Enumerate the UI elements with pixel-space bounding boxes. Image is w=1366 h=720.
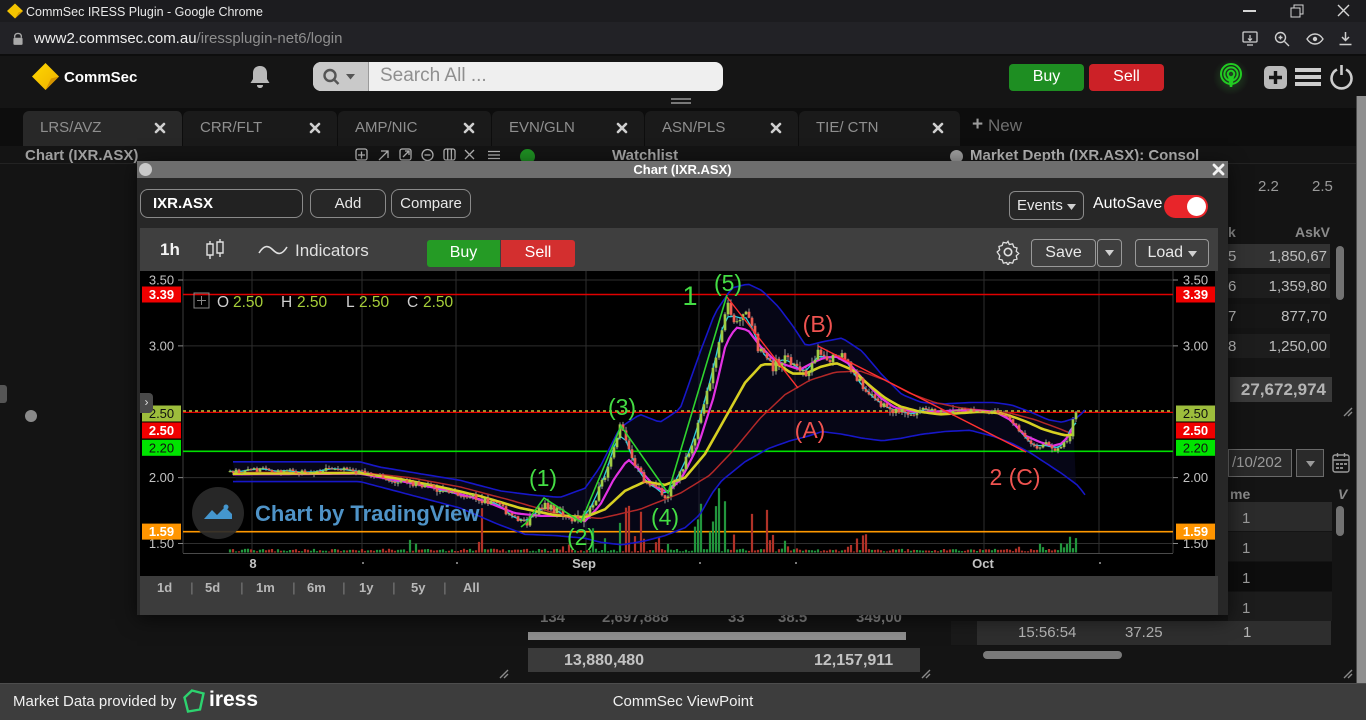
svg-text:3.39: 3.39: [1183, 287, 1208, 302]
svg-text:2 (C): 2 (C): [989, 464, 1040, 490]
svg-text:Chart by TradingView: Chart by TradingView: [255, 501, 480, 526]
svg-text:2.50: 2.50: [1183, 406, 1208, 421]
svg-text:(3): (3): [608, 394, 636, 420]
svg-text:Oct: Oct: [972, 556, 994, 571]
svg-text:1: 1: [682, 281, 697, 311]
svg-text:H: H: [281, 294, 292, 311]
svg-text:C: C: [407, 294, 418, 311]
svg-text:2.50: 2.50: [1183, 423, 1208, 438]
svg-text:3.39: 3.39: [149, 287, 174, 302]
svg-text:(A): (A): [795, 417, 826, 443]
svg-text:3.50: 3.50: [149, 273, 174, 288]
svg-text:Sep: Sep: [572, 556, 596, 571]
svg-text:2.00: 2.00: [1183, 470, 1208, 485]
svg-text:2.50: 2.50: [423, 294, 454, 311]
svg-text:2.20: 2.20: [1183, 440, 1208, 455]
svg-text:(2): (2): [567, 524, 595, 550]
svg-text:3.50: 3.50: [1183, 273, 1208, 288]
svg-text:8: 8: [249, 556, 256, 571]
svg-text:(B): (B): [803, 311, 834, 337]
svg-text:3.00: 3.00: [149, 338, 174, 353]
svg-text:O: O: [217, 294, 229, 311]
svg-text:2.00: 2.00: [149, 470, 174, 485]
svg-text:3.00: 3.00: [1183, 338, 1208, 353]
svg-text:(4): (4): [651, 504, 679, 530]
svg-text:1.59: 1.59: [1183, 524, 1208, 539]
svg-text:2.50: 2.50: [359, 294, 390, 311]
svg-text:L: L: [346, 294, 355, 311]
svg-text:2.50: 2.50: [297, 294, 328, 311]
svg-text:2.50: 2.50: [233, 294, 264, 311]
svg-text:(5): (5): [714, 271, 742, 296]
svg-text:2.50: 2.50: [149, 423, 174, 438]
svg-text:1.59: 1.59: [149, 524, 174, 539]
svg-text:2.20: 2.20: [149, 440, 174, 455]
svg-text:(1): (1): [529, 465, 557, 491]
